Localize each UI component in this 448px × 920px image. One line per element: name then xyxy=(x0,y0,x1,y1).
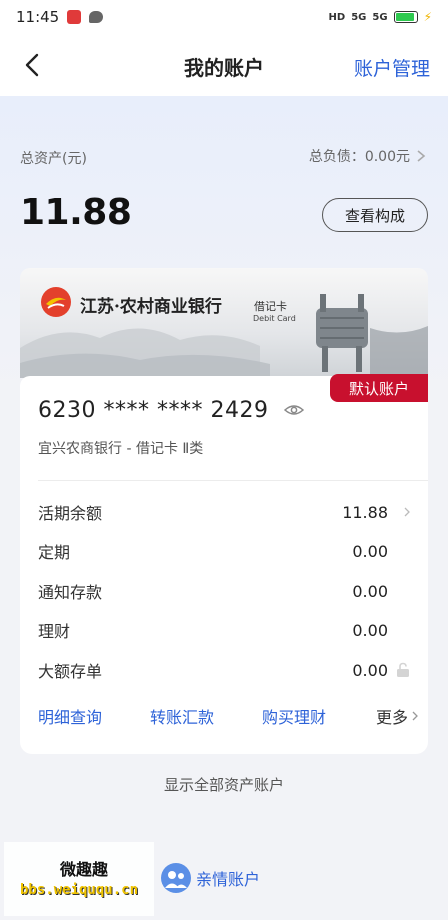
watermark-url: bbs.weiququ.cn xyxy=(20,882,139,898)
landscape-illustration xyxy=(20,294,428,378)
family-account-label: 亲情账户 xyxy=(196,870,261,889)
divider xyxy=(38,480,428,481)
balance-value: 0.00 xyxy=(352,541,388,561)
show-all-accounts-link[interactable]: 显示全部资产账户 xyxy=(0,774,448,795)
balance-label: 理财 xyxy=(38,622,71,641)
balance-row-large-deposit: 大额存单 0.00 xyxy=(38,658,410,682)
chevron-right-icon xyxy=(412,711,418,721)
total-asset-label: 总资产(元) xyxy=(20,151,87,167)
default-account-badge: 默认账户 xyxy=(330,374,428,402)
card-number: 6230 **** **** 2429 xyxy=(38,398,269,423)
total-debt-row[interactable]: 总负债：0.00元 xyxy=(309,146,426,166)
family-account-entry[interactable]: 亲情账户 xyxy=(160,862,260,894)
balance-label: 通知存款 xyxy=(38,583,103,602)
charging-icon: ⚡ xyxy=(423,10,432,24)
balance-label: 定期 xyxy=(38,543,71,562)
status-time: 11:45 xyxy=(16,8,60,26)
card-subtitle: 宜兴农商银行 - 借记卡 Ⅱ类 xyxy=(38,441,204,457)
balance-value: 0.00 xyxy=(352,660,388,680)
total-debt-label: 总负债：0.00元 xyxy=(308,149,410,165)
account-card[interactable]: 默认账户 6230 **** **** 2429 宜兴农商银行 - 借记卡 Ⅱ类… xyxy=(20,374,428,754)
balance-row-fixed: 定期 0.00 xyxy=(38,539,410,563)
balance-row-current[interactable]: 活期余额 11.88 xyxy=(38,500,410,524)
watermark-title: 微趣趣 xyxy=(60,860,109,879)
battery-icon xyxy=(393,11,418,23)
bank-card-banner: 江苏·农村商业银行 借记卡 Debit Card xyxy=(20,268,428,378)
card-actions: 明细查询 转账汇款 购买理财 更多 xyxy=(38,704,418,728)
account-manage-link[interactable]: 账户管理 xyxy=(354,54,430,81)
balance-value: 0.00 xyxy=(352,581,388,601)
chevron-right-icon xyxy=(417,150,426,162)
app-notification-icon xyxy=(67,10,82,24)
balance-row-notice: 通知存款 0.00 xyxy=(38,579,410,603)
more-label: 更多 xyxy=(375,708,408,727)
family-account-icon xyxy=(161,863,191,893)
signal-5g-1: 5G xyxy=(351,11,367,23)
balance-value: 0.00 xyxy=(352,620,388,640)
lock-icon xyxy=(397,662,409,677)
total-asset-amount: 11.88 xyxy=(20,192,132,233)
bank-logo-icon xyxy=(41,287,71,317)
hd-indicator: HD xyxy=(328,11,346,23)
status-bar: 11:45 HD 5G 5G ⚡ xyxy=(0,0,448,34)
bronze-ding-illustration xyxy=(316,294,368,372)
more-button[interactable]: 更多 xyxy=(376,704,418,728)
view-composition-button[interactable]: 查看构成 xyxy=(322,198,428,232)
balance-label: 大额存单 xyxy=(38,662,103,681)
bank-name: 江苏·农村商业银行 xyxy=(80,297,222,317)
chevron-right-icon xyxy=(404,507,410,517)
balance-value: 11.88 xyxy=(342,502,388,522)
balance-label: 活期余额 xyxy=(38,504,103,523)
buy-wealth-link[interactable]: 购买理财 xyxy=(262,704,326,728)
detail-query-link[interactable]: 明细查询 xyxy=(38,704,102,728)
watermark-overlay: 微趣趣 bbs.weiququ.cn xyxy=(4,842,154,916)
eye-icon[interactable] xyxy=(284,402,304,418)
card-type-chinese: 借记卡 xyxy=(254,300,287,313)
message-notification-icon xyxy=(89,11,104,23)
transfer-link[interactable]: 转账汇款 xyxy=(150,704,214,728)
card-type-english: Debit Card xyxy=(253,314,296,323)
nav-header: 我的账户 账户管理 xyxy=(0,34,448,96)
balance-row-wealth: 理财 0.00 xyxy=(38,618,410,642)
signal-5g-2: 5G xyxy=(372,11,388,23)
